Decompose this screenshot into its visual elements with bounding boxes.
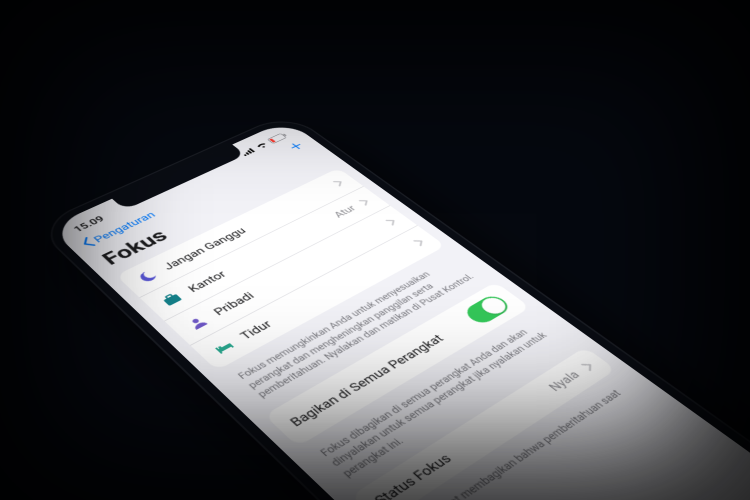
bed-icon [208,336,239,358]
chevron-right-icon [385,218,398,226]
share-toggle[interactable] [461,293,512,326]
signal-icon [240,147,256,156]
add-focus-button[interactable]: + [286,139,309,152]
focus-row-detail: Atur [332,204,359,220]
briefcase-icon [157,289,187,309]
chevron-right-icon [359,198,371,206]
chevron-right-icon [413,238,426,246]
phone: 15.09 [34,112,750,500]
person-icon [182,312,212,333]
moon-icon [133,267,162,286]
chevron-right-icon [333,179,345,187]
